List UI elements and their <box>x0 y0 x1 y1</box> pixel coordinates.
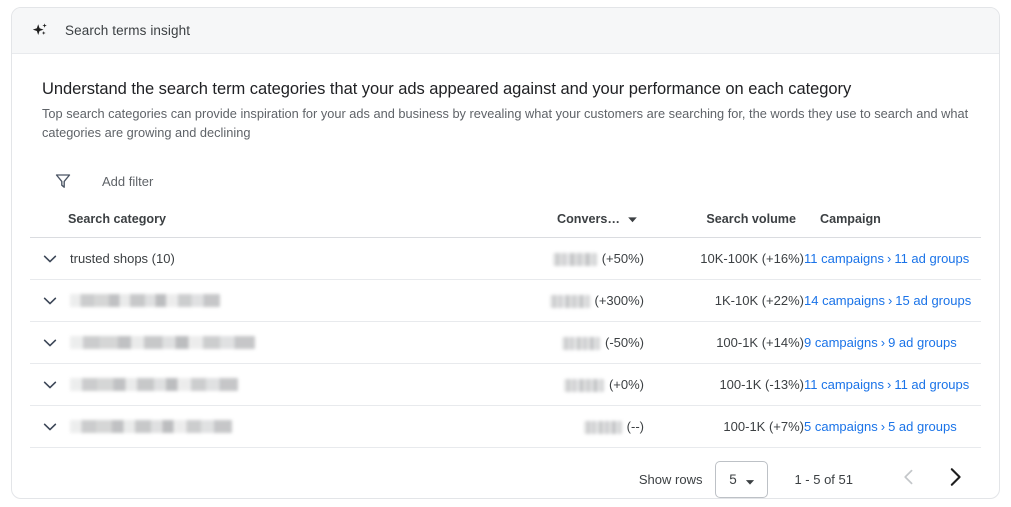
pagination-range-label: 1 - 5 of 51 <box>794 472 853 487</box>
conversions-delta: (+50%) <box>601 250 644 266</box>
column-header-search-volume[interactable]: Search volume <box>644 212 804 238</box>
cell-search-category: trusted shops (10) <box>30 238 523 280</box>
campaigns-link[interactable]: 9 campaigns <box>804 335 878 350</box>
rows-per-page-select[interactable]: 5 <box>715 461 769 498</box>
sort-descending-arrow-icon[interactable] <box>627 214 638 225</box>
campaign-separator: › <box>887 293 893 308</box>
cell-campaign: 11 campaigns › 11 ad groups <box>804 364 981 406</box>
table-row[interactable]: (+300%) 1K-10K (+22%) 14 campaigns › 15 ad g… <box>30 279 981 322</box>
cell-campaign: 9 campaigns › 9 ad groups <box>804 322 981 364</box>
cell-search-volume: 1K-10K (+22%) <box>714 293 804 308</box>
search-terms-insight-card: Search terms insight Understand the sear… <box>11 7 1000 499</box>
conversions-delta: (+300%) <box>594 292 645 308</box>
redacted-conversions-value <box>549 295 590 309</box>
table-header: Search category Convers… Search volume C… <box>30 212 981 238</box>
redacted-category-text <box>70 336 255 349</box>
chevron-down-icon[interactable] <box>38 415 62 439</box>
chevron-left-icon <box>900 468 918 491</box>
table-row[interactable]: trusted shops (10) (+50%) 10K-100K (+16%) 1… <box>30 237 981 280</box>
cell-conversions: (+300%) <box>523 280 644 322</box>
table-row[interactable]: (-50%) 100-1K (+14%) 9 campaigns › 9 ad grou… <box>30 321 981 364</box>
conversions-delta: (+0%) <box>608 376 644 392</box>
ad-groups-link[interactable]: 9 ad groups <box>888 335 957 350</box>
conversions-delta: (-50%) <box>604 334 644 350</box>
chevron-down-icon[interactable] <box>38 373 62 397</box>
pagination-bar: Show rows 5 1 - 5 of 51 <box>30 447 981 499</box>
redacted-category-text <box>70 420 232 433</box>
show-rows-label: Show rows <box>638 472 703 487</box>
cell-campaign: 14 campaigns › 15 ad groups <box>804 280 981 322</box>
page-title: Understand the search term categories th… <box>42 80 852 98</box>
next-page-button[interactable] <box>935 460 975 499</box>
cell-search-volume: 100-1K (-13%) <box>719 377 804 392</box>
caret-down-icon <box>745 475 755 485</box>
cell-search-category <box>30 280 523 322</box>
search-category-table: Search category Convers… Search volume C… <box>30 212 981 447</box>
ad-groups-link[interactable]: 11 ad groups <box>894 377 969 392</box>
cell-search-category <box>30 364 523 406</box>
chevron-down-icon[interactable] <box>38 247 62 271</box>
card-header: Search terms insight <box>12 8 999 54</box>
cell-conversions: (+50%) <box>523 238 644 280</box>
table-row[interactable]: (--) 100-1K (+7%) 5 campaigns › 5 ad groups <box>30 405 981 448</box>
card-body: Understand the search term categories th… <box>12 78 999 499</box>
card-header-title: Search terms insight <box>65 23 191 38</box>
previous-page-button[interactable] <box>889 460 929 499</box>
redacted-category-text <box>70 378 238 391</box>
campaigns-link[interactable]: 11 campaigns <box>804 251 884 266</box>
cell-campaign: 11 campaigns › 11 ad groups <box>804 238 981 280</box>
column-header-conversions[interactable]: Convers… <box>523 212 644 238</box>
cell-search-category <box>30 322 523 364</box>
filter-bar: Add filter <box>52 164 999 198</box>
ad-groups-link[interactable]: 15 ad groups <box>895 293 971 308</box>
cell-search-category <box>30 406 523 448</box>
page-subtitle: Top search categories can provide inspir… <box>42 106 969 140</box>
redacted-conversions-value <box>552 253 597 267</box>
campaign-separator: › <box>886 377 892 392</box>
chevron-down-icon[interactable] <box>38 331 62 355</box>
campaign-separator: › <box>880 419 886 434</box>
column-header-campaign[interactable]: Campaign <box>804 212 981 238</box>
rows-per-page-value: 5 <box>729 472 737 487</box>
cell-conversions: (--) <box>523 406 644 448</box>
column-header-conversions-label: Convers… <box>557 212 620 226</box>
campaigns-link[interactable]: 5 campaigns <box>804 419 878 434</box>
ad-groups-link[interactable]: 5 ad groups <box>888 419 957 434</box>
chevron-down-icon[interactable] <box>38 289 62 313</box>
ad-groups-link[interactable]: 11 ad groups <box>894 251 969 266</box>
redacted-conversions-value <box>583 421 622 435</box>
cell-search-volume: 100-1K (+7%) <box>723 419 804 434</box>
conversions-delta: (--) <box>626 418 644 434</box>
cell-search-volume: 10K-100K (+16%) <box>700 251 804 266</box>
redacted-category-text <box>70 294 220 307</box>
cell-search-volume: 100-1K (+14%) <box>716 335 804 350</box>
sparkle-icon <box>31 21 51 41</box>
campaign-separator: › <box>880 335 886 350</box>
chevron-right-icon <box>944 466 966 493</box>
campaign-separator: › <box>886 251 892 266</box>
table-body: trusted shops (10) (+50%) 10K-100K (+16%) 1… <box>30 237 981 448</box>
campaigns-link[interactable]: 11 campaigns <box>804 377 884 392</box>
table-header-row: Search category Convers… Search volume C… <box>30 212 981 238</box>
campaigns-link[interactable]: 14 campaigns <box>804 293 885 308</box>
redacted-conversions-value <box>563 379 604 393</box>
cell-conversions: (+0%) <box>523 364 644 406</box>
filter-icon[interactable] <box>52 170 74 192</box>
cell-conversions: (-50%) <box>523 322 644 364</box>
add-filter-button[interactable]: Add filter <box>102 174 153 189</box>
redacted-conversions-value <box>561 337 600 351</box>
search-category-label: trusted shops (10) <box>70 251 175 266</box>
table-row[interactable]: (+0%) 100-1K (-13%) 11 campaigns › 11 ad gro… <box>30 363 981 406</box>
column-header-search-category[interactable]: Search category <box>30 212 523 238</box>
cell-campaign: 5 campaigns › 5 ad groups <box>804 406 981 448</box>
